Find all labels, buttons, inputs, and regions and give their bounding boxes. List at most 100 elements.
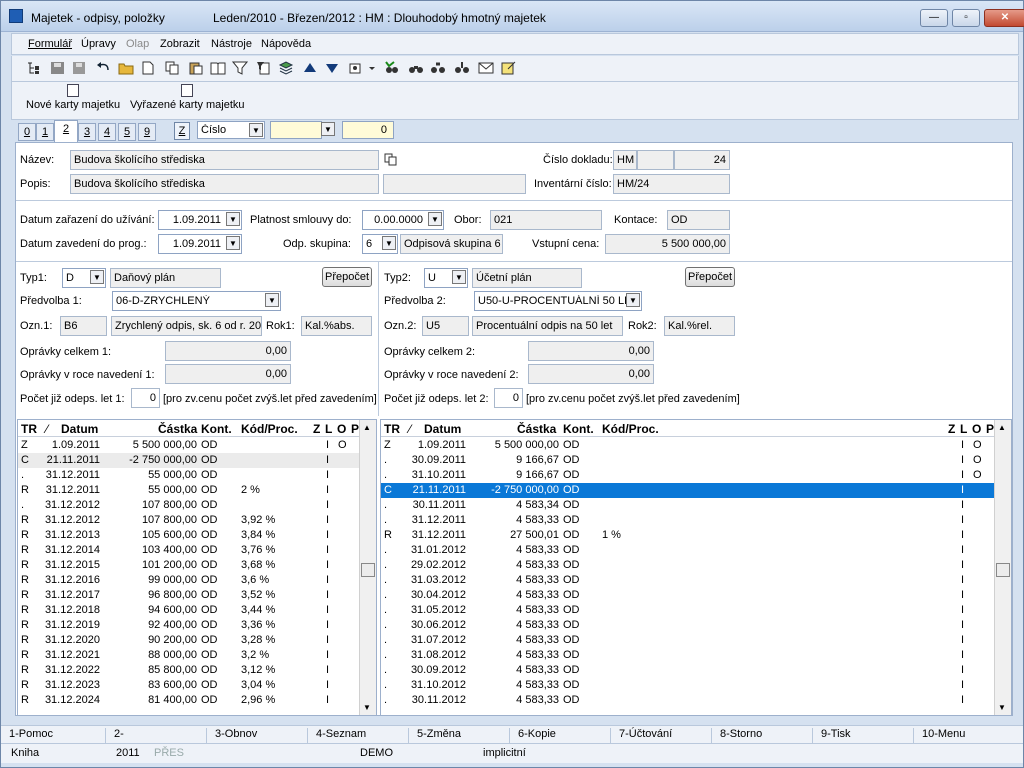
sort-select[interactable]: Číslo ▼ [197, 121, 265, 139]
save-as-icon[interactable] [72, 61, 88, 75]
tab-1[interactable]: 1 [36, 123, 54, 141]
datum-zarazeni-field[interactable]: 1.09.2011 ▼ [158, 210, 242, 230]
removed-cards-button[interactable]: Vyřazené karty majetku [130, 84, 245, 111]
ozn2-field[interactable]: U5 [422, 316, 469, 336]
popis-extra-field[interactable] [383, 174, 526, 194]
fkey-8[interactable]: 8-Storno [711, 728, 762, 744]
col-kod[interactable]: Kód/Proc. [241, 422, 298, 436]
table-row[interactable]: C 21.11.2011 -2 750 000,00 OD I [381, 483, 1011, 498]
datum-zavedeni-field[interactable]: 1.09.2011 ▼ [158, 234, 242, 254]
new-document-icon[interactable] [140, 61, 156, 75]
binoculars-check-icon[interactable] [384, 61, 400, 75]
new-cards-button[interactable]: Nové karty majetku [26, 84, 120, 111]
rok2-field[interactable]: Kal.%rel. [664, 316, 735, 336]
chevron-down-icon[interactable]: ▼ [382, 236, 396, 250]
table-row[interactable]: R 31.12.2011 55 000,00 OD 2 % I [18, 483, 376, 498]
z-button[interactable]: Z [174, 122, 190, 140]
binoculars-icon[interactable] [408, 61, 424, 75]
col-datum[interactable]: Datum [424, 422, 461, 436]
col-tr[interactable]: TR [21, 422, 37, 436]
pocet1-field[interactable]: 0 [131, 388, 160, 408]
sort-icon[interactable]: ⁄ [46, 422, 48, 436]
copy-icon[interactable] [164, 61, 180, 75]
chevron-down-icon[interactable]: ▼ [90, 270, 104, 284]
ozn1-field[interactable]: B6 [60, 316, 107, 336]
scroll-down-icon[interactable]: ▼ [363, 703, 371, 712]
opravky-roce2-field[interactable]: 0,00 [528, 364, 654, 384]
scroll-down-icon[interactable]: ▼ [998, 703, 1006, 712]
col-datum[interactable]: Datum [61, 422, 98, 436]
scroll-up-icon[interactable]: ▲ [363, 423, 371, 432]
table-row[interactable]: . 30.06.2012 4 583,33 OD I [381, 618, 1011, 633]
rok1-field[interactable]: Kal.%abs. [301, 316, 372, 336]
col-o[interactable]: O [972, 422, 981, 436]
table-row[interactable]: . 31.01.2012 4 583,33 OD I [381, 543, 1011, 558]
table-row[interactable]: R 31.12.2017 96 800,00 OD 3,52 % I [18, 588, 376, 603]
counter-field[interactable]: 0 [342, 121, 394, 139]
tab-9[interactable]: 9 [138, 123, 156, 141]
table-row[interactable]: R 31.12.2023 83 600,00 OD 3,04 % I [18, 678, 376, 693]
prepocet1-button[interactable]: Přepočet [322, 267, 372, 287]
table-row[interactable]: R 31.12.2014 103 400,00 OD 3,76 % I [18, 543, 376, 558]
col-castka[interactable]: Částka [158, 422, 197, 436]
col-kod[interactable]: Kód/Proc. [602, 422, 659, 436]
menu-napoveda[interactable]: Nápověda [261, 38, 311, 50]
typ2-select[interactable]: U ▼ [424, 268, 468, 288]
menu-zobrazit[interactable]: Zobrazit [160, 38, 200, 50]
col-kont[interactable]: Kont. [563, 422, 594, 436]
tab-0[interactable]: 0 [18, 123, 36, 141]
book-icon[interactable] [210, 61, 226, 75]
table-row[interactable]: R 31.12.2013 105 600,00 OD 3,84 % I [18, 528, 376, 543]
popis-field[interactable]: Budova školícího střediska [70, 174, 379, 194]
table-row[interactable]: Z 1.09.2011 5 500 000,00 OD I O [18, 438, 376, 453]
fkey-7[interactable]: 7-Účtování [610, 728, 672, 744]
col-z[interactable]: Z [948, 422, 955, 436]
col-l[interactable]: L [960, 422, 967, 436]
table-row[interactable]: . 30.11.2011 4 583,34 OD I [381, 498, 1011, 513]
col-kont[interactable]: Kont. [201, 422, 232, 436]
fkey-9[interactable]: 9-Tisk [812, 728, 851, 744]
menu-formular[interactable]: Formulář [28, 38, 72, 50]
find-next-icon[interactable] [430, 61, 446, 75]
arrow-up-icon[interactable] [302, 61, 318, 75]
table-row[interactable]: R 31.12.2011 27 500,01 OD 1 % I [381, 528, 1011, 543]
table-row[interactable]: . 30.09.2011 9 166,67 OD I O [381, 453, 1011, 468]
table-row[interactable]: . 31.12.2012 107 800,00 OD I [18, 498, 376, 513]
grid-scrollbar[interactable]: ▲ ▼ [359, 420, 376, 715]
table-row[interactable]: C 21.11.2011 -2 750 000,00 OD I [18, 453, 376, 468]
table-row[interactable]: . 30.09.2012 4 583,33 OD I [381, 663, 1011, 678]
chevron-down-icon[interactable]: ▼ [265, 293, 279, 307]
copy-name-icon[interactable] [384, 153, 398, 167]
save-icon[interactable] [50, 61, 66, 75]
calendar-dropdown-icon[interactable]: ▼ [428, 212, 442, 226]
col-p[interactable]: P [986, 422, 994, 436]
table-row[interactable]: R 31.12.2020 90 200,00 OD 3,28 % I [18, 633, 376, 648]
table-row[interactable]: R 31.12.2024 81 400,00 OD 2,96 % I [18, 693, 376, 708]
filter-icon[interactable] [232, 61, 248, 75]
paste-icon[interactable] [188, 61, 204, 75]
cislo-dokladu-number[interactable]: 24 [674, 150, 730, 170]
table-row[interactable]: . 31.10.2012 4 583,33 OD I [381, 678, 1011, 693]
open-folder-icon[interactable] [118, 61, 134, 75]
col-p[interactable]: P [351, 422, 359, 436]
scroll-up-icon[interactable]: ▲ [998, 423, 1006, 432]
tree-icon[interactable] [26, 61, 42, 75]
calendar-dropdown-icon[interactable]: ▼ [226, 236, 240, 250]
table-row[interactable]: R 31.12.2019 92 400,00 OD 3,36 % I [18, 618, 376, 633]
close-button[interactable]: ✕ [984, 9, 1024, 27]
table-row[interactable]: R 31.12.2016 99 000,00 OD 3,6 % I [18, 573, 376, 588]
menu-nastroje[interactable]: Nástroje [211, 38, 252, 50]
grid-scrollbar[interactable]: ▲ ▼ [994, 420, 1011, 715]
chevron-down-icon[interactable]: ▼ [321, 122, 335, 136]
sort-icon[interactable]: ⁄ [409, 422, 411, 436]
filter-doc-icon[interactable] [256, 61, 272, 75]
table-row[interactable]: R 31.12.2015 101 200,00 OD 3,68 % I [18, 558, 376, 573]
predvolba2-select[interactable]: U50-U-PROCENTUÁLNÍ 50 LET ▼ [474, 291, 642, 311]
odp-skupina-select[interactable]: 6 ▼ [362, 234, 398, 254]
table-row[interactable]: . 31.10.2011 9 166,67 OD I O [381, 468, 1011, 483]
table-row[interactable]: . 31.08.2012 4 583,33 OD I [381, 648, 1011, 663]
settings-dropdown-icon[interactable] [368, 61, 376, 75]
platnost-field[interactable]: 0.00.0000 ▼ [362, 210, 444, 230]
table-row[interactable]: R 31.12.2021 88 000,00 OD 3,2 % I [18, 648, 376, 663]
calendar-dropdown-icon[interactable]: ▼ [226, 212, 240, 226]
